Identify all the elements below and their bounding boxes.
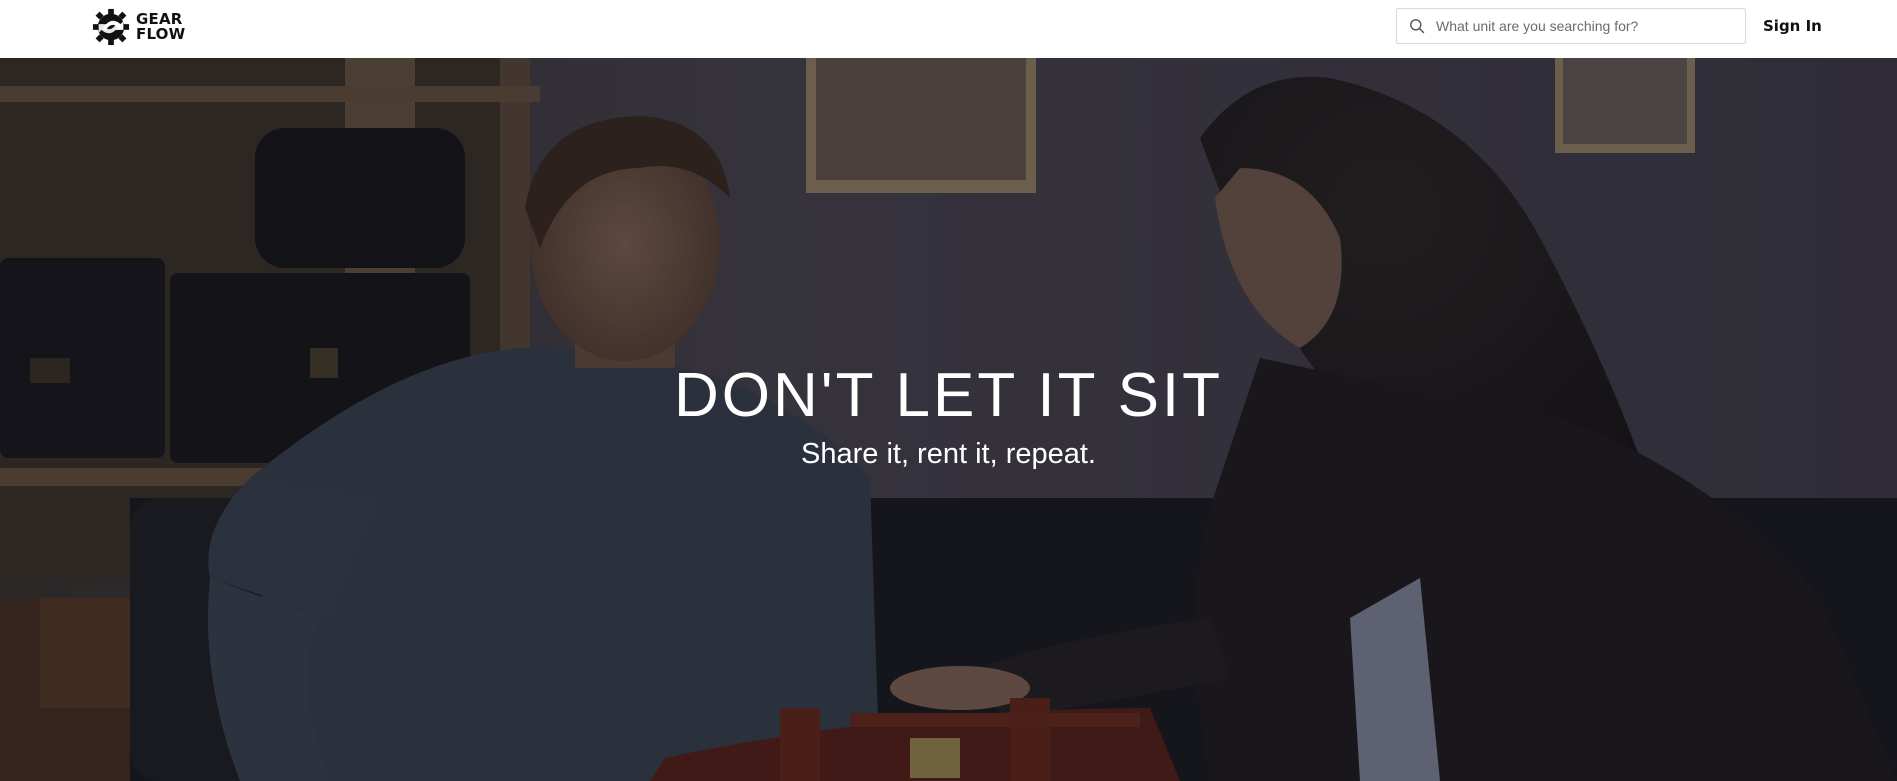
gear-arrow-icon: [92, 8, 130, 46]
hero-subtitle: Share it, rent it, repeat.: [801, 438, 1096, 470]
brand-wordmark: GEAR FLOW: [136, 12, 185, 42]
hero-title: DON'T LET IT SIT: [673, 361, 1224, 430]
search-box[interactable]: [1396, 8, 1746, 44]
brand-line2: FLOW: [136, 25, 186, 43]
brand-logo[interactable]: GEAR FLOW: [92, 7, 192, 47]
sign-in-link[interactable]: Sign In: [1763, 17, 1822, 35]
search-input[interactable]: [1436, 11, 1736, 41]
search-icon: [1410, 19, 1425, 34]
hero-banner: DON'T LET IT SIT Share it, rent it, repe…: [0, 58, 1897, 781]
top-nav-bar: GEAR FLOW Sign In: [0, 0, 1897, 58]
